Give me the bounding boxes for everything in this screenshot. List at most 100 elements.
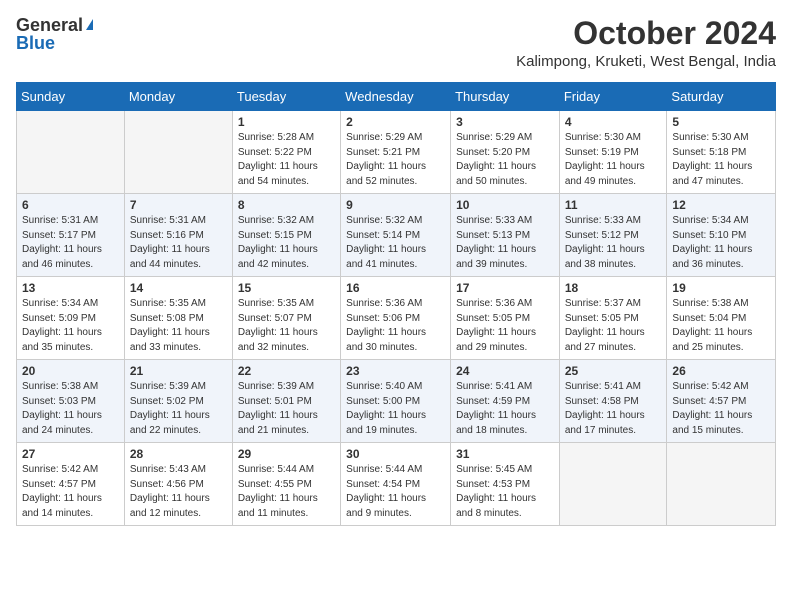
cell-day-number: 13 — [22, 281, 119, 295]
calendar-cell: 28 Sunrise: 5:43 AMSunset: 4:56 PMDayligh… — [124, 443, 232, 526]
month-title: October 2024 — [516, 16, 776, 51]
cell-info: Sunrise: 5:36 AMSunset: 5:06 PMDaylight:… — [346, 297, 445, 355]
calendar-cell: 16 Sunrise: 5:36 AMSunset: 5:06 PMDayligh… — [341, 277, 451, 360]
calendar-cell: 7Sunrise: 5:31 AMSunset: 5:16 PMDaylight… — [124, 194, 232, 277]
cell-day-number: 17 — [456, 281, 554, 295]
calendar-week-row: 1Sunrise: 5:28 AMSunset: 5:22 PMDaylight… — [17, 111, 776, 194]
cell-day-number: 4 — [565, 115, 662, 129]
cell-info: Sunrise: 5:39 AMSunset: 5:02 PMDaylight:… — [130, 380, 227, 438]
calendar-cell: 23Sunrise: 5:40 AMSunset: 5:00 PMDayligh… — [341, 360, 451, 443]
cell-info: Sunrise: 5:29 AMSunset: 5:20 PMDaylight:… — [456, 131, 554, 189]
cell-day-number: 16 — [346, 281, 445, 295]
cell-day-number: 19 — [672, 281, 770, 295]
col-header-saturday: Saturday — [667, 83, 776, 111]
cell-day-number: 28 — [130, 447, 227, 461]
cell-info: Sunrise: 5:41 AMSunset: 4:58 PMDaylight:… — [565, 380, 662, 438]
cell-day-number: 6 — [22, 198, 119, 212]
calendar-cell: 13 Sunrise: 5:34 AMSunset: 5:09 PMDayligh… — [17, 277, 125, 360]
logo-general-text: General — [16, 16, 83, 34]
calendar-week-row: 27Sunrise: 5:42 AMSunset: 4:57 PMDayligh… — [17, 443, 776, 526]
cell-info: Sunrise: 5:34 AMSunset: 5:09 PMDaylight:… — [22, 297, 119, 355]
calendar-cell: 10Sunrise: 5:33 AMSunset: 5:13 PMDayligh… — [451, 194, 560, 277]
calendar-cell: 22 Sunrise: 5:39 AMSunset: 5:01 PMDayligh… — [232, 360, 340, 443]
cell-info: Sunrise: 5:34 AMSunset: 5:10 PMDaylight:… — [672, 214, 770, 272]
cell-day-number: 30 — [346, 447, 445, 461]
calendar-cell — [124, 111, 232, 194]
calendar-cell — [559, 443, 667, 526]
cell-info: Sunrise: 5:42 AMSunset: 4:57 PMDaylight:… — [672, 380, 770, 438]
cell-day-number: 5 — [672, 115, 770, 129]
cell-info: Sunrise: 5:29 AMSunset: 5:21 PMDaylight:… — [346, 131, 445, 189]
cell-day-number: 3 — [456, 115, 554, 129]
cell-info: Sunrise: 5:30 AMSunset: 5:18 PMDaylight:… — [672, 131, 770, 189]
cell-info: Sunrise: 5:31 AMSunset: 5:17 PMDaylight:… — [22, 214, 119, 272]
cell-info: Sunrise: 5:28 AMSunset: 5:22 PMDaylight:… — [238, 131, 335, 189]
cell-day-number: 31 — [456, 447, 554, 461]
cell-info: Sunrise: 5:33 AMSunset: 5:13 PMDaylight:… — [456, 214, 554, 272]
calendar-cell: 9Sunrise: 5:32 AMSunset: 5:14 PMDaylight… — [341, 194, 451, 277]
cell-info: Sunrise: 5:39 AMSunset: 5:01 PMDaylight:… — [238, 380, 335, 438]
cell-info: Sunrise: 5:35 AMSunset: 5:07 PMDaylight:… — [238, 297, 335, 355]
page-header: General Blue October 2024 Kalimpong, Kru… — [16, 16, 776, 70]
cell-day-number: 18 — [565, 281, 662, 295]
calendar-cell: 4Sunrise: 5:30 AMSunset: 5:19 PMDaylight… — [559, 111, 667, 194]
title-block: October 2024 Kalimpong, Kruketi, West Be… — [516, 16, 776, 70]
col-header-tuesday: Tuesday — [232, 83, 340, 111]
cell-day-number: 2 — [346, 115, 445, 129]
calendar-cell: 24 Sunrise: 5:41 AMSunset: 4:59 PMDayligh… — [451, 360, 560, 443]
logo-blue-text: Blue — [16, 33, 55, 53]
calendar-cell: 20Sunrise: 5:38 AMSunset: 5:03 PMDayligh… — [17, 360, 125, 443]
calendar-cell: 3 Sunrise: 5:29 AMSunset: 5:20 PMDaylight… — [451, 111, 560, 194]
calendar-cell: 29Sunrise: 5:44 AMSunset: 4:55 PMDayligh… — [232, 443, 340, 526]
calendar-cell: 8 Sunrise: 5:32 AMSunset: 5:15 PMDaylight… — [232, 194, 340, 277]
cell-info: Sunrise: 5:32 AMSunset: 5:15 PMDaylight:… — [238, 214, 335, 272]
cell-day-number: 24 — [456, 364, 554, 378]
calendar-cell: 14 Sunrise: 5:35 AMSunset: 5:08 PMDayligh… — [124, 277, 232, 360]
calendar-cell: 12 Sunrise: 5:34 AMSunset: 5:10 PMDayligh… — [667, 194, 776, 277]
cell-info: Sunrise: 5:38 AMSunset: 5:03 PMDaylight:… — [22, 380, 119, 438]
calendar-week-row: 6 Sunrise: 5:31 AMSunset: 5:17 PMDaylight… — [17, 194, 776, 277]
col-header-friday: Friday — [559, 83, 667, 111]
calendar-cell: 27Sunrise: 5:42 AMSunset: 4:57 PMDayligh… — [17, 443, 125, 526]
cell-day-number: 12 — [672, 198, 770, 212]
cell-day-number: 8 — [238, 198, 335, 212]
calendar-cell: 1Sunrise: 5:28 AMSunset: 5:22 PMDaylight… — [232, 111, 340, 194]
cell-day-number: 22 — [238, 364, 335, 378]
cell-day-number: 25 — [565, 364, 662, 378]
calendar-cell: 17 Sunrise: 5:36 AMSunset: 5:05 PMDayligh… — [451, 277, 560, 360]
calendar-header-row: SundayMondayTuesdayWednesdayThursdayFrid… — [17, 83, 776, 111]
cell-info: Sunrise: 5:44 AMSunset: 4:55 PMDaylight:… — [238, 463, 335, 521]
cell-info: Sunrise: 5:38 AMSunset: 5:04 PMDaylight:… — [672, 297, 770, 355]
cell-info: Sunrise: 5:41 AMSunset: 4:59 PMDaylight:… — [456, 380, 554, 438]
cell-day-number: 15 — [238, 281, 335, 295]
calendar-week-row: 13 Sunrise: 5:34 AMSunset: 5:09 PMDayligh… — [17, 277, 776, 360]
logo: General Blue — [16, 16, 93, 54]
calendar-cell: 21 Sunrise: 5:39 AMSunset: 5:02 PMDayligh… — [124, 360, 232, 443]
cell-info: Sunrise: 5:44 AMSunset: 4:54 PMDaylight:… — [346, 463, 445, 521]
cell-day-number: 26 — [672, 364, 770, 378]
calendar-cell: 30 Sunrise: 5:44 AMSunset: 4:54 PMDayligh… — [341, 443, 451, 526]
calendar-cell: 26 Sunrise: 5:42 AMSunset: 4:57 PMDayligh… — [667, 360, 776, 443]
calendar-cell — [17, 111, 125, 194]
calendar-cell: 31Sunrise: 5:45 AMSunset: 4:53 PMDayligh… — [451, 443, 560, 526]
calendar-cell: 11Sunrise: 5:33 AMSunset: 5:12 PMDayligh… — [559, 194, 667, 277]
logo-triangle-icon — [86, 19, 93, 30]
calendar-cell: 15 Sunrise: 5:35 AMSunset: 5:07 PMDayligh… — [232, 277, 340, 360]
col-header-thursday: Thursday — [451, 83, 560, 111]
col-header-wednesday: Wednesday — [341, 83, 451, 111]
calendar-cell: 5 Sunrise: 5:30 AMSunset: 5:18 PMDaylight… — [667, 111, 776, 194]
calendar-table: SundayMondayTuesdayWednesdayThursdayFrid… — [16, 82, 776, 526]
cell-day-number: 14 — [130, 281, 227, 295]
cell-info: Sunrise: 5:33 AMSunset: 5:12 PMDaylight:… — [565, 214, 662, 272]
cell-info: Sunrise: 5:43 AMSunset: 4:56 PMDaylight:… — [130, 463, 227, 521]
location-title: Kalimpong, Kruketi, West Bengal, India — [516, 53, 776, 70]
cell-day-number: 7 — [130, 198, 227, 212]
cell-info: Sunrise: 5:32 AMSunset: 5:14 PMDaylight:… — [346, 214, 445, 272]
cell-info: Sunrise: 5:35 AMSunset: 5:08 PMDaylight:… — [130, 297, 227, 355]
cell-day-number: 21 — [130, 364, 227, 378]
col-header-monday: Monday — [124, 83, 232, 111]
calendar-cell: 2 Sunrise: 5:29 AMSunset: 5:21 PMDaylight… — [341, 111, 451, 194]
cell-info: Sunrise: 5:40 AMSunset: 5:00 PMDaylight:… — [346, 380, 445, 438]
cell-info: Sunrise: 5:37 AMSunset: 5:05 PMDaylight:… — [565, 297, 662, 355]
cell-info: Sunrise: 5:36 AMSunset: 5:05 PMDaylight:… — [456, 297, 554, 355]
